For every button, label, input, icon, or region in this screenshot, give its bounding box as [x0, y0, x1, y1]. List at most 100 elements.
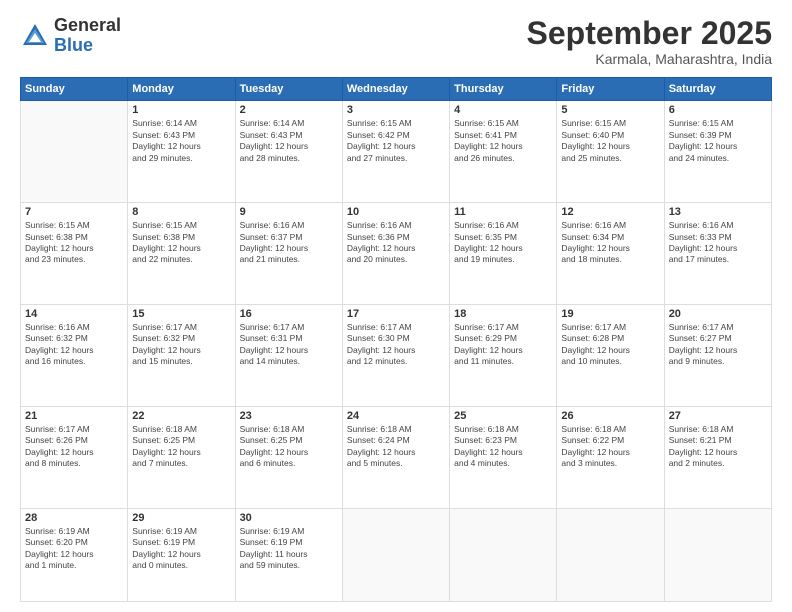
col-header-monday: Monday [128, 78, 235, 101]
day-info: Sunrise: 6:18 AM Sunset: 6:25 PM Dayligh… [240, 424, 338, 470]
calendar-cell [450, 508, 557, 601]
day-number: 17 [347, 308, 445, 320]
page: General Blue September 2025 Karmala, Mah… [0, 0, 792, 612]
calendar-cell: 2 Sunrise: 6:14 AM Sunset: 6:43 PM Daylig… [235, 101, 342, 203]
day-info: Sunrise: 6:15 AM Sunset: 6:38 PM Dayligh… [25, 220, 123, 266]
day-info: Sunrise: 6:16 AM Sunset: 6:37 PM Dayligh… [240, 220, 338, 266]
calendar-cell: 5 Sunrise: 6:15 AM Sunset: 6:40 PM Daylig… [557, 101, 664, 203]
month-title: September 2025 [527, 16, 772, 51]
logo-blue: Blue [54, 36, 121, 56]
calendar-cell: 3 Sunrise: 6:15 AM Sunset: 6:42 PM Daylig… [342, 101, 449, 203]
header: General Blue September 2025 Karmala, Mah… [20, 16, 772, 67]
day-info: Sunrise: 6:17 AM Sunset: 6:26 PM Dayligh… [25, 424, 123, 470]
calendar-cell: 22Sunrise: 6:18 AM Sunset: 6:25 PM Dayli… [128, 406, 235, 508]
calendar-cell [664, 508, 771, 601]
calendar-cell: 26 Sunrise: 6:18 AM Sunset: 6:22 PM Dayli… [557, 406, 664, 508]
day-info: Sunrise: 6:18 AM Sunset: 6:24 PM Dayligh… [347, 424, 445, 470]
day-info: Sunrise: 6:17 AM Sunset: 6:30 PM Dayligh… [347, 322, 445, 368]
calendar-cell: 11 Sunrise: 6:16 AM Sunset: 6:35 PM Dayli… [450, 203, 557, 305]
calendar-cell: 13 Sunrise: 6:16 AM Sunset: 6:33 PM Dayli… [664, 203, 771, 305]
day-number: 6 [669, 104, 767, 116]
day-number: 14 [25, 308, 123, 320]
day-info: Sunrise: 6:17 AM Sunset: 6:29 PM Dayligh… [454, 322, 552, 368]
col-header-tuesday: Tuesday [235, 78, 342, 101]
day-info: Sunrise: 6:17 AM Sunset: 6:28 PM Dayligh… [561, 322, 659, 368]
day-number: 1 [132, 104, 230, 116]
day-info: Sunrise: 6:15 AM Sunset: 6:38 PM Dayligh… [132, 220, 230, 266]
week-row-1: 1 Sunrise: 6:14 AM Sunset: 6:43 PM Daylig… [21, 101, 772, 203]
col-header-thursday: Thursday [450, 78, 557, 101]
calendar-cell [557, 508, 664, 601]
week-row-2: 7 Sunrise: 6:15 AM Sunset: 6:38 PM Daylig… [21, 203, 772, 305]
day-number: 27 [669, 410, 767, 422]
day-number: 10 [347, 206, 445, 218]
logo-icon [20, 21, 50, 51]
day-number: 25 [454, 410, 552, 422]
day-info: Sunrise: 6:16 AM Sunset: 6:34 PM Dayligh… [561, 220, 659, 266]
calendar-cell: 6 Sunrise: 6:15 AM Sunset: 6:39 PM Daylig… [664, 101, 771, 203]
col-header-saturday: Saturday [664, 78, 771, 101]
day-info: Sunrise: 6:19 AM Sunset: 6:20 PM Dayligh… [25, 526, 123, 572]
day-info: Sunrise: 6:16 AM Sunset: 6:33 PM Dayligh… [669, 220, 767, 266]
calendar-cell: 16Sunrise: 6:17 AM Sunset: 6:31 PM Dayli… [235, 304, 342, 406]
day-info: Sunrise: 6:18 AM Sunset: 6:21 PM Dayligh… [669, 424, 767, 470]
day-info: Sunrise: 6:18 AM Sunset: 6:25 PM Dayligh… [132, 424, 230, 470]
calendar-cell: 24 Sunrise: 6:18 AM Sunset: 6:24 PM Dayli… [342, 406, 449, 508]
col-header-friday: Friday [557, 78, 664, 101]
day-number: 5 [561, 104, 659, 116]
calendar-cell: 15 Sunrise: 6:17 AM Sunset: 6:32 PM Dayli… [128, 304, 235, 406]
calendar-cell: 19 Sunrise: 6:17 AM Sunset: 6:28 PM Dayli… [557, 304, 664, 406]
calendar-table: SundayMondayTuesdayWednesdayThursdayFrid… [20, 77, 772, 602]
day-info: Sunrise: 6:16 AM Sunset: 6:36 PM Dayligh… [347, 220, 445, 266]
calendar-cell: 17 Sunrise: 6:17 AM Sunset: 6:30 PM Dayli… [342, 304, 449, 406]
day-info: Sunrise: 6:15 AM Sunset: 6:42 PM Dayligh… [347, 118, 445, 164]
day-number: 13 [669, 206, 767, 218]
calendar-cell: 10 Sunrise: 6:16 AM Sunset: 6:36 PM Dayli… [342, 203, 449, 305]
calendar-cell: 20 Sunrise: 6:17 AM Sunset: 6:27 PM Dayli… [664, 304, 771, 406]
calendar-cell: 1Sunrise: 6:14 AM Sunset: 6:43 PM Daylig… [128, 101, 235, 203]
calendar-cell: 30Sunrise: 6:19 AM Sunset: 6:19 PM Dayli… [235, 508, 342, 601]
day-number: 21 [25, 410, 123, 422]
calendar-cell: 25Sunrise: 6:18 AM Sunset: 6:23 PM Dayli… [450, 406, 557, 508]
col-header-sunday: Sunday [21, 78, 128, 101]
calendar-cell: 14 Sunrise: 6:16 AM Sunset: 6:32 PM Dayli… [21, 304, 128, 406]
week-row-5: 28Sunrise: 6:19 AM Sunset: 6:20 PM Dayli… [21, 508, 772, 601]
calendar-cell [342, 508, 449, 601]
day-info: Sunrise: 6:18 AM Sunset: 6:22 PM Dayligh… [561, 424, 659, 470]
calendar-cell: 27 Sunrise: 6:18 AM Sunset: 6:21 PM Dayli… [664, 406, 771, 508]
calendar-cell: 7 Sunrise: 6:15 AM Sunset: 6:38 PM Daylig… [21, 203, 128, 305]
day-info: Sunrise: 6:16 AM Sunset: 6:32 PM Dayligh… [25, 322, 123, 368]
day-info: Sunrise: 6:17 AM Sunset: 6:32 PM Dayligh… [132, 322, 230, 368]
day-number: 11 [454, 206, 552, 218]
day-number: 7 [25, 206, 123, 218]
day-number: 24 [347, 410, 445, 422]
logo-general: General [54, 16, 121, 36]
day-info: Sunrise: 6:19 AM Sunset: 6:19 PM Dayligh… [132, 526, 230, 572]
calendar-cell: 23 Sunrise: 6:18 AM Sunset: 6:25 PM Dayli… [235, 406, 342, 508]
day-number: 3 [347, 104, 445, 116]
day-number: 18 [454, 308, 552, 320]
calendar-cell: 8Sunrise: 6:15 AM Sunset: 6:38 PM Daylig… [128, 203, 235, 305]
title-block: September 2025 Karmala, Maharashtra, Ind… [527, 16, 772, 67]
calendar-cell: 21 Sunrise: 6:17 AM Sunset: 6:26 PM Dayli… [21, 406, 128, 508]
calendar-cell: 29 Sunrise: 6:19 AM Sunset: 6:19 PM Dayli… [128, 508, 235, 601]
day-number: 30 [240, 512, 338, 524]
day-number: 29 [132, 512, 230, 524]
day-number: 15 [132, 308, 230, 320]
day-info: Sunrise: 6:15 AM Sunset: 6:39 PM Dayligh… [669, 118, 767, 164]
day-number: 19 [561, 308, 659, 320]
calendar-cell: 28Sunrise: 6:19 AM Sunset: 6:20 PM Dayli… [21, 508, 128, 601]
day-info: Sunrise: 6:17 AM Sunset: 6:27 PM Dayligh… [669, 322, 767, 368]
day-number: 23 [240, 410, 338, 422]
week-row-4: 21 Sunrise: 6:17 AM Sunset: 6:26 PM Dayli… [21, 406, 772, 508]
calendar-cell: 12Sunrise: 6:16 AM Sunset: 6:34 PM Dayli… [557, 203, 664, 305]
week-row-3: 14 Sunrise: 6:16 AM Sunset: 6:32 PM Dayli… [21, 304, 772, 406]
calendar-cell: 9Sunrise: 6:16 AM Sunset: 6:37 PM Daylig… [235, 203, 342, 305]
day-number: 20 [669, 308, 767, 320]
day-number: 26 [561, 410, 659, 422]
day-info: Sunrise: 6:17 AM Sunset: 6:31 PM Dayligh… [240, 322, 338, 368]
day-number: 2 [240, 104, 338, 116]
day-info: Sunrise: 6:14 AM Sunset: 6:43 PM Dayligh… [240, 118, 338, 164]
day-info: Sunrise: 6:15 AM Sunset: 6:40 PM Dayligh… [561, 118, 659, 164]
day-info: Sunrise: 6:16 AM Sunset: 6:35 PM Dayligh… [454, 220, 552, 266]
